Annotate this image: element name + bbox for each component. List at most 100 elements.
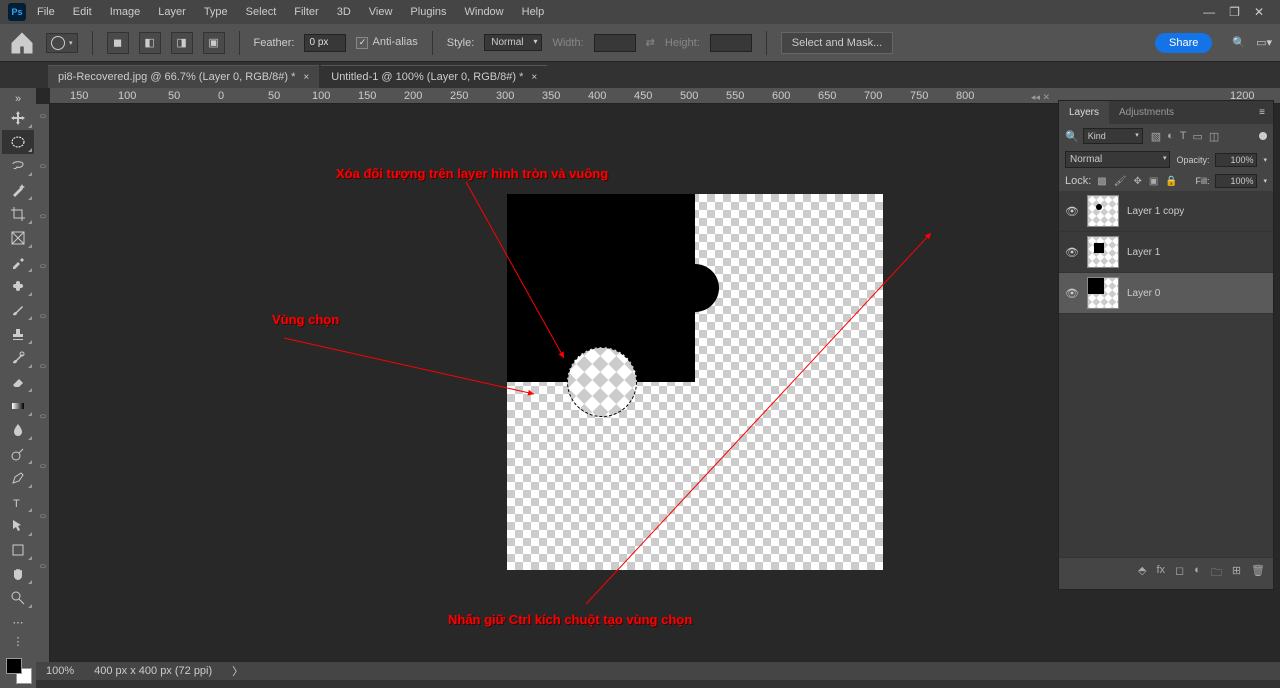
new-layer-icon[interactable]: ⊞ — [1232, 564, 1241, 583]
pen-tool[interactable] — [2, 466, 34, 490]
group-icon[interactable]: 🗀 — [1211, 564, 1222, 583]
zoom-tool[interactable] — [2, 586, 34, 610]
doc-size[interactable]: 400 px x 400 px (72 ppi) — [94, 665, 212, 677]
menu-file[interactable]: File — [30, 3, 62, 21]
tab-doc-2[interactable]: Untitled-1 @ 100% (Layer 0, RGB/8#) *× — [321, 65, 547, 88]
filter-smart-icon[interactable]: ◫ — [1209, 130, 1219, 143]
delete-layer-icon[interactable]: 🗑 — [1251, 564, 1265, 583]
hand-tool[interactable] — [2, 562, 34, 586]
filter-adjust-icon[interactable]: ◐ — [1167, 130, 1174, 143]
panel-menu-icon[interactable]: ≡ — [1251, 101, 1273, 124]
layer-row[interactable]: 👁 Layer 0 — [1059, 273, 1273, 314]
filter-toggle-icon[interactable] — [1259, 132, 1267, 140]
lock-artboard-icon[interactable]: ▣ — [1149, 176, 1158, 187]
blend-mode-select[interactable]: Normal — [1065, 151, 1170, 168]
healing-tool[interactable] — [2, 274, 34, 298]
visibility-icon[interactable]: 👁 — [1065, 287, 1079, 300]
dodge-tool[interactable] — [2, 442, 34, 466]
brush-tool[interactable] — [2, 298, 34, 322]
tool-preset[interactable]: ▾ — [46, 33, 78, 53]
menu-type[interactable]: Type — [197, 3, 235, 21]
history-brush-tool[interactable] — [2, 346, 34, 370]
lock-transparent-icon[interactable]: ▩ — [1097, 176, 1106, 187]
fill-input[interactable]: 100% — [1215, 174, 1257, 188]
lasso-tool[interactable] — [2, 154, 34, 178]
tab-adjustments[interactable]: Adjustments — [1109, 101, 1184, 124]
panel-collapse-icon[interactable]: ◂◂ ✕ — [1031, 92, 1050, 103]
subtract-selection-icon[interactable]: ◨ — [171, 32, 193, 54]
gradient-tool[interactable] — [2, 394, 34, 418]
shape-tool[interactable] — [2, 538, 34, 562]
frame-tool[interactable] — [2, 226, 34, 250]
menu-image[interactable]: Image — [103, 3, 148, 21]
marquee-tool[interactable] — [2, 130, 34, 154]
style-select[interactable]: Normal — [484, 34, 542, 51]
blur-tool[interactable] — [2, 418, 34, 442]
menu-window[interactable]: Window — [458, 3, 511, 21]
edit-toolbar-icon[interactable]: ⋮ — [2, 634, 34, 648]
layer-name[interactable]: Layer 1 — [1127, 247, 1160, 258]
filter-kind-select[interactable]: Kind — [1083, 128, 1143, 144]
adjustment-layer-icon[interactable]: ◐ — [1194, 564, 1201, 583]
more-tools-icon[interactable]: ⋯ — [2, 610, 34, 634]
home-button[interactable] — [8, 29, 36, 57]
crop-tool[interactable] — [2, 202, 34, 226]
link-layers-icon[interactable]: ⬘ — [1138, 564, 1146, 583]
layer-thumbnail[interactable] — [1087, 236, 1119, 268]
layer-thumbnail[interactable] — [1087, 195, 1119, 227]
foreground-color[interactable] — [6, 658, 22, 674]
path-select-tool[interactable] — [2, 514, 34, 538]
maximize-icon[interactable]: ❐ — [1229, 5, 1240, 19]
lock-paint-icon[interactable]: 🖌 — [1114, 176, 1127, 187]
close-tab-icon[interactable]: × — [303, 72, 309, 83]
eraser-tool[interactable] — [2, 370, 34, 394]
mask-icon[interactable]: ◻ — [1175, 564, 1184, 583]
layer-row[interactable]: 👁 Layer 1 — [1059, 232, 1273, 273]
menu-select[interactable]: Select — [239, 3, 284, 21]
vertical-ruler[interactable]: 00 00 00 00 00 — [36, 104, 50, 662]
visibility-icon[interactable]: 👁 — [1065, 205, 1079, 218]
expand-icon[interactable]: » — [2, 92, 34, 106]
close-tab-icon[interactable]: × — [531, 72, 537, 83]
opacity-input[interactable]: 100% — [1215, 153, 1257, 167]
stamp-tool[interactable] — [2, 322, 34, 346]
type-tool[interactable]: T — [2, 490, 34, 514]
zoom-level[interactable]: 100% — [46, 665, 74, 677]
filter-pixel-icon[interactable]: ▧ — [1151, 130, 1161, 143]
filter-type-icon[interactable]: T — [1180, 130, 1187, 143]
lock-all-icon[interactable]: 🔒 — [1165, 176, 1177, 187]
workspace-icon[interactable]: ▭▾ — [1256, 36, 1272, 49]
eyedropper-tool[interactable] — [2, 250, 34, 274]
canvas[interactable] — [507, 194, 883, 570]
feather-input[interactable] — [304, 34, 346, 52]
close-icon[interactable]: ✕ — [1254, 5, 1264, 19]
menu-plugins[interactable]: Plugins — [403, 3, 453, 21]
status-chevron-icon[interactable]: 〉 — [232, 663, 243, 679]
tab-doc-1[interactable]: pi8-Recovered.jpg @ 66.7% (Layer 0, RGB/… — [48, 65, 319, 88]
layer-thumbnail[interactable] — [1087, 277, 1119, 309]
menu-layer[interactable]: Layer — [151, 3, 193, 21]
wand-tool[interactable] — [2, 178, 34, 202]
menu-filter[interactable]: Filter — [287, 3, 325, 21]
menu-3d[interactable]: 3D — [330, 3, 358, 21]
search-icon[interactable]: 🔍 — [1065, 130, 1079, 143]
share-button[interactable]: Share — [1155, 33, 1212, 53]
layer-name[interactable]: Layer 1 copy — [1127, 206, 1184, 217]
move-tool[interactable] — [2, 106, 34, 130]
menu-view[interactable]: View — [362, 3, 400, 21]
layer-name[interactable]: Layer 0 — [1127, 288, 1160, 299]
menu-edit[interactable]: Edit — [66, 3, 99, 21]
select-and-mask-button[interactable]: Select and Mask... — [781, 32, 894, 54]
menu-help[interactable]: Help — [515, 3, 552, 21]
minimize-icon[interactable]: — — [1203, 5, 1215, 19]
intersect-selection-icon[interactable]: ▣ — [203, 32, 225, 54]
lock-position-icon[interactable]: ✥ — [1133, 176, 1141, 187]
new-selection-icon[interactable]: ◼ — [107, 32, 129, 54]
filter-shape-icon[interactable]: ▭ — [1193, 130, 1203, 143]
antialias-checkbox[interactable]: ✓Anti-alias — [356, 36, 417, 49]
fx-icon[interactable]: fx — [1156, 564, 1165, 583]
tab-layers[interactable]: Layers — [1059, 101, 1109, 124]
add-selection-icon[interactable]: ◧ — [139, 32, 161, 54]
visibility-icon[interactable]: 👁 — [1065, 246, 1079, 259]
layer-row[interactable]: 👁 Layer 1 copy — [1059, 191, 1273, 232]
